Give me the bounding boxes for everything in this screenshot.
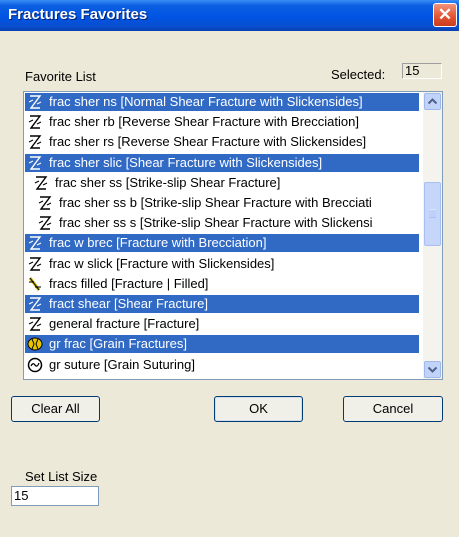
list-item[interactable]: fracs filled [Fracture | Filled] [25, 275, 419, 293]
grain-fractures-icon [27, 336, 43, 352]
list-scrollbar[interactable] [423, 92, 442, 379]
normal-shear-slickensides-icon [27, 94, 43, 110]
clear-all-button[interactable]: Clear All [11, 396, 100, 422]
list-item-label: frac w brec [Fracture with Brecciation] [49, 235, 267, 251]
close-button[interactable]: ✕ [433, 3, 457, 27]
list-item[interactable]: frac sher rb [Reverse Shear Fracture wit… [25, 113, 419, 131]
reverse-shear-slickensides-icon [27, 134, 43, 150]
general-fracture-icon [27, 316, 43, 332]
cancel-button[interactable]: Cancel [343, 396, 443, 422]
list-item-label: frac sher ss b [Strike-slip Shear Fractu… [59, 195, 372, 210]
close-icon: ✕ [437, 5, 453, 24]
ok-button[interactable]: OK [214, 396, 303, 422]
list-item-label: frac sher ss [Strike-slip Shear Fracture… [55, 174, 281, 190]
fracture-slickensides-icon [27, 256, 43, 272]
scroll-down-button[interactable] [424, 361, 441, 378]
list-item-label: frac sher ss s [Strike-slip Shear Fractu… [59, 215, 373, 231]
list-item-label: frac sher rb [Reverse Shear Fracture wit… [49, 114, 359, 130]
list-item[interactable]: frac sher ss s [Strike-slip Shear Fractu… [25, 214, 419, 232]
scroll-up-button[interactable] [424, 93, 441, 110]
list-item[interactable]: frac sher ss b [Strike-slip Shear Fractu… [25, 194, 419, 212]
list-item-label: frac sher ns [Normal Shear Fracture with… [49, 94, 363, 109]
window-title: Fractures Favorites [8, 6, 148, 23]
chevron-up-icon [427, 98, 438, 105]
list-item[interactable]: frac sher slic [Shear Fracture with Slic… [25, 153, 419, 172]
shear-fracture-icon [27, 296, 43, 312]
fractures-favorites-dialog: Fractures Favorites ✕ Favorite List Sele… [0, 0, 459, 537]
list-item-label: frac sher slic [Shear Fracture with Slic… [49, 154, 323, 170]
list-item-label: fract shear [Shear Fracture] [49, 296, 208, 311]
list-item[interactable]: general fracture [Fracture] [25, 315, 419, 333]
list-item[interactable]: frac sher ns [Normal Shear Fracture with… [25, 93, 419, 111]
selected-count: 15 [402, 63, 442, 79]
list-item[interactable]: gr suture [Grain Suturing] [25, 356, 419, 374]
chevron-down-icon [427, 366, 438, 373]
list-item[interactable]: frac w brec [Fracture with Brecciation] [25, 234, 419, 253]
shear-slickensides-icon [27, 155, 43, 171]
favorite-list-label: Favorite List [25, 69, 96, 84]
list-item[interactable]: frac w slick [Fracture with Slickensides… [25, 255, 419, 273]
fracture-filled-icon [27, 276, 43, 292]
grip-icon [429, 209, 436, 218]
reverse-shear-brecciation-icon [27, 114, 43, 130]
list-item-label: fracs filled [Fracture | Filled] [49, 275, 209, 291]
list-item[interactable]: gr frac [Grain Fractures] [25, 335, 419, 354]
list-item-label: gr suture [Grain Suturing] [49, 356, 195, 372]
list-item-label: frac sher rs [Reverse Shear Fracture wit… [49, 134, 367, 150]
list-item-label: frac w slick [Fracture with Slickensides… [49, 255, 275, 271]
list-item[interactable]: frac sher rs [Reverse Shear Fracture wit… [25, 133, 419, 151]
list-item[interactable]: frac sher ss [Strike-slip Shear Fracture… [25, 174, 419, 192]
list-item[interactable]: fract shear [Shear Fracture] [25, 295, 419, 313]
title-bar: Fractures Favorites ✕ [0, 0, 459, 31]
strike-slip-brecciation-icon [37, 195, 53, 211]
scroll-thumb[interactable] [424, 182, 441, 246]
grain-suturing-icon [27, 357, 43, 373]
strike-slip-slickensides-icon [37, 215, 53, 231]
list-item-label: gr frac [Grain Fractures] [49, 336, 187, 352]
fracture-brecciation-icon [27, 235, 43, 251]
strike-slip-icon [33, 175, 49, 191]
set-list-size-label: Set List Size [25, 469, 98, 484]
list-item-label: general fracture [Fracture] [49, 316, 200, 332]
list-size-input[interactable]: 15 [11, 486, 99, 506]
favorite-list[interactable]: frac sher ns [Normal Shear Fracture with… [23, 91, 443, 380]
selected-label: Selected: [331, 67, 386, 82]
